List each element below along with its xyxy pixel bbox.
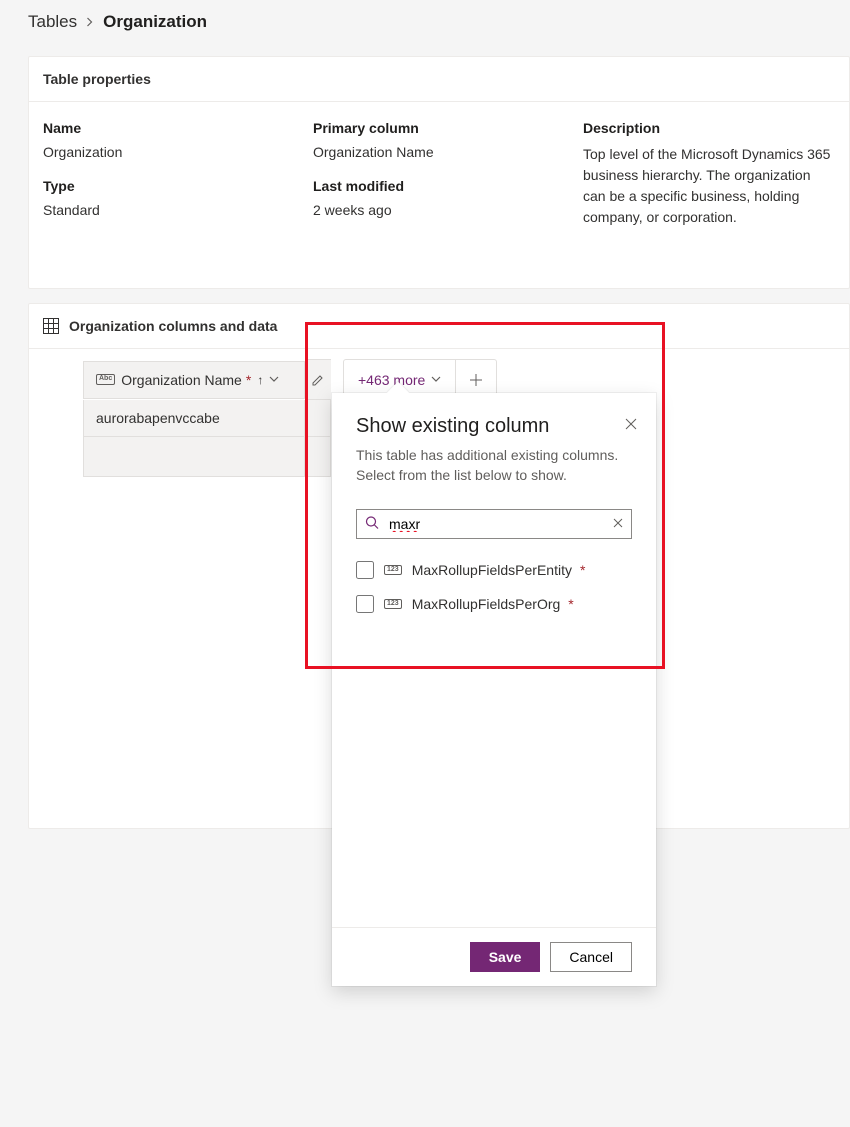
data-cell-stub [305, 437, 331, 477]
option-label: MaxRollupFieldsPerOrg [412, 596, 561, 612]
breadcrumb: Tables Organization [0, 0, 850, 44]
column-option[interactable]: 123 MaxRollupFieldsPerOrg * [356, 587, 632, 621]
columns-section-title: Organization columns and data [69, 318, 277, 334]
chevron-right-icon [85, 15, 95, 30]
number-type-icon: 123 [384, 565, 402, 575]
flyout-title: Show existing column [356, 415, 632, 438]
primary-column-value: Organization Name [313, 144, 583, 160]
name-label: Name [43, 120, 313, 136]
more-columns-label: +463 more [358, 372, 425, 388]
column-header-label: Organization Name [121, 372, 242, 388]
table-properties-card: Table properties Name Organization Type … [28, 56, 850, 289]
type-value: Standard [43, 202, 313, 218]
cancel-button[interactable]: Cancel [550, 942, 632, 972]
chevron-down-icon[interactable] [269, 374, 279, 385]
card-header: Table properties [29, 57, 849, 102]
data-cell-stub [305, 400, 331, 437]
required-indicator: * [568, 596, 573, 612]
description-value: Top level of the Microsoft Dynamics 365 … [583, 144, 835, 228]
option-checkbox[interactable] [356, 561, 374, 579]
text-type-icon: Abc [96, 374, 115, 384]
number-type-icon: 123 [384, 599, 402, 609]
chevron-down-icon [431, 374, 441, 385]
column-option[interactable]: 123 MaxRollupFieldsPerEntity * [356, 553, 632, 587]
edit-column-icon[interactable] [305, 359, 331, 400]
last-modified-label: Last modified [313, 178, 583, 194]
flyout-subtitle: This table has additional existing colum… [356, 446, 632, 485]
breadcrumb-current: Organization [103, 12, 207, 32]
empty-data-cell[interactable] [83, 437, 305, 477]
clear-search-button[interactable] [613, 517, 623, 531]
data-cell[interactable]: aurorabapenvccabe [83, 400, 305, 437]
description-label: Description [583, 120, 835, 136]
close-button[interactable] [624, 417, 638, 434]
option-label: MaxRollupFieldsPerEntity [412, 562, 572, 578]
name-value: Organization [43, 144, 313, 160]
breadcrumb-parent[interactable]: Tables [28, 12, 77, 32]
spacer [332, 637, 656, 927]
type-label: Type [43, 178, 313, 194]
table-icon [43, 318, 59, 334]
search-input[interactable] [356, 509, 632, 539]
sort-ascending-icon: ↑ [257, 373, 263, 387]
search-icon [365, 516, 379, 533]
column-header-primary[interactable]: Abc Organization Name * ↑ [83, 361, 305, 399]
last-modified-value: 2 weeks ago [313, 202, 583, 218]
required-indicator: * [246, 372, 251, 388]
required-indicator: * [580, 562, 585, 578]
primary-column-label: Primary column [313, 120, 583, 136]
show-existing-column-flyout: Show existing column This table has addi… [332, 393, 656, 986]
save-button[interactable]: Save [470, 942, 541, 972]
option-checkbox[interactable] [356, 595, 374, 613]
